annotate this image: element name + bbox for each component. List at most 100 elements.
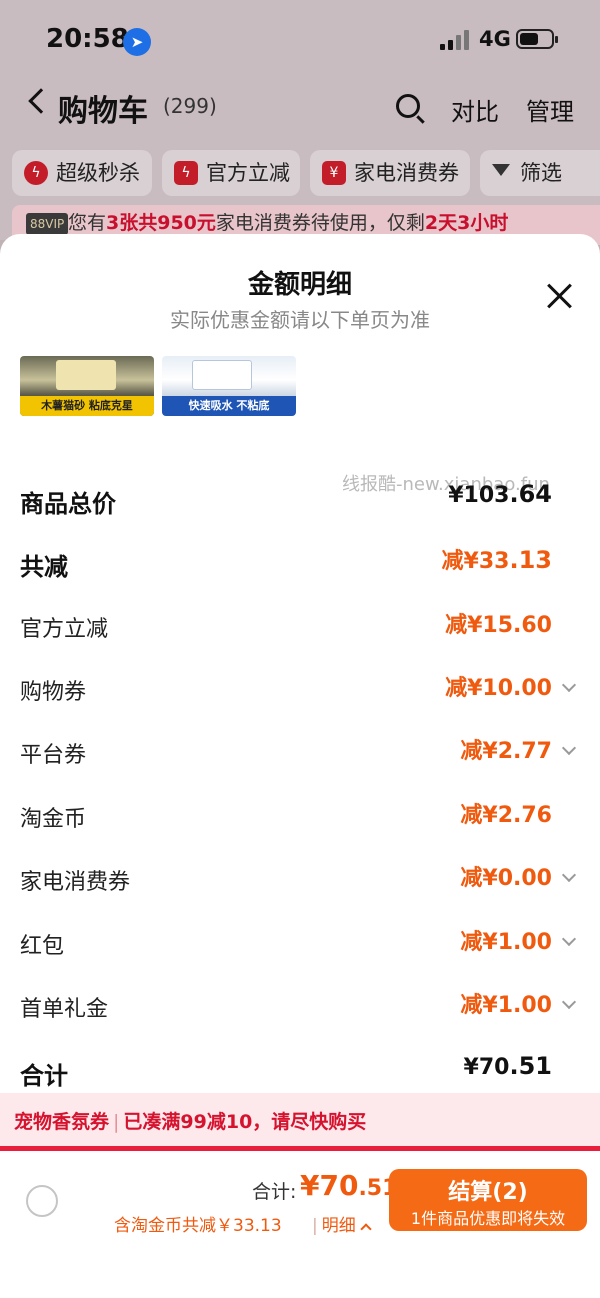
amount-integer: 103 [463,483,510,508]
manage-button[interactable]: 管理 [526,92,574,127]
checkout-sublabel: 1件商品优惠即将失效 [410,1209,566,1228]
lightning-icon: ϟ [24,161,48,185]
chevron-down-icon[interactable] [561,867,577,883]
funnel-icon [492,164,510,176]
grand-total-row: 合计 ¥70.51 [0,1052,600,1092]
promo-coupon-name: 宠物香氛券 [14,1111,110,1133]
location-arrow-icon: ➤ [123,28,151,56]
amount-decimal: .64 [509,480,552,508]
thumbnail-caption: 木薯猫砂 粘底克星 [20,396,154,416]
status-time: 20:58 [46,24,129,54]
vip-text-part: 您有 [68,212,107,234]
filter-chips: ϟ 超级秒杀 ϟ 官方立减 ¥ 家电消费券 筛选 [0,150,600,196]
discount-amount: 减¥2.76 [460,803,552,828]
amount-integer: 70 [478,1055,510,1080]
close-icon[interactable] [546,282,574,310]
discount-row-appliance-coupon[interactable]: 家电消费券 减¥0.00 [0,860,600,900]
chevron-up-icon [360,1223,372,1235]
detail-separator: | [312,1216,318,1236]
filter-chip-flash-sale[interactable]: ϟ 超级秒杀 [12,150,152,196]
sheet-title: 金额明细 [247,270,352,300]
total-reduce-label: 共减 [20,553,68,581]
sum-value: ¥70.51 [300,1169,397,1202]
discount-label: 官方立减 [20,617,109,642]
thumbnail-caption: 快速吸水 不粘底 [162,396,296,416]
filter-chip-label: 筛选 [520,161,562,185]
total-reduce-row: 共减 减¥33.13 [0,543,600,583]
compare-button[interactable]: 对比 [451,92,499,127]
goods-total-row: 商品总价 ¥103.64 [0,480,600,520]
amount-integer: 70 [319,1169,359,1202]
page-title: 购物车 [58,94,148,129]
total-reduce-value: 减¥33.13 [442,543,552,575]
currency-symbol: ¥ [300,1169,320,1202]
cart-page-background: 20:58 ➤ 4G 购物车 (299) 对比 管理 ϟ 超级秒杀 ϟ 官方立减… [0,0,600,245]
grand-total-value: ¥70.51 [464,1052,552,1080]
discount-label: 首单礼金 [20,997,109,1022]
product-thumbnail[interactable]: 快速吸水 不粘底 [162,356,296,416]
status-bar: 20:58 ➤ 4G [0,0,600,80]
sum-label: 合计: [252,1181,297,1203]
discount-row-shopping-coupon[interactable]: 购物券 减¥10.00 [0,670,600,710]
checkout-label: 结算(2) [448,1180,528,1205]
filter-chip-label: 超级秒杀 [56,161,140,185]
filter-chip-label: 官方立减 [206,161,290,185]
discount-amount: 减¥1.00 [460,930,552,955]
product-thumbnail[interactable]: 木薯猫砂 粘底克星 [20,356,154,416]
discount-label: 家电消费券 [20,870,131,895]
amount-decimal: .51 [509,1052,552,1080]
discount-label: 红包 [20,934,65,959]
grand-total-label: 合计 [20,1062,68,1090]
cart-item-count: (299) [163,94,217,118]
vip-text-part: 家电消费券待使用，仅剩 [215,212,425,234]
discount-row-taojinbi: 淘金币 减¥2.76 [0,797,600,837]
discount-row-first-order-gift[interactable]: 首单礼金 减¥1.00 [0,987,600,1027]
discount-label: 淘金币 [20,807,87,832]
promo-message: 已凑满99减10，请尽快购买 [123,1111,367,1133]
reduce-prefix: 减¥ [441,549,479,574]
product-image [192,360,252,390]
discount-amount: 减¥2.77 [460,739,552,764]
battery-icon [516,29,558,49]
product-image [56,360,116,390]
discount-label: 购物券 [20,680,87,705]
discount-row-red-packet[interactable]: 红包 减¥1.00 [0,924,600,964]
filter-chip-appliance-coupon[interactable]: ¥ 家电消费券 [310,150,470,196]
chevron-down-icon[interactable] [561,994,577,1010]
filter-chip-label: 家电消费券 [354,161,459,185]
chevron-down-icon[interactable] [561,931,577,947]
discount-summary-note: 含淘金币共减￥33.13 [114,1216,282,1236]
discount-row-official: 官方立减 减¥15.60 [0,607,600,647]
back-arrow-icon[interactable] [28,88,54,114]
filter-chip-official-discount[interactable]: ϟ 官方立减 [162,150,300,196]
vip-highlight-count: 3张共950元 [106,212,216,234]
chevron-down-icon[interactable] [561,677,577,693]
promo-text: 宠物香氛券 | 已凑满99减10，请尽快购买 [14,1107,366,1134]
detail-toggle[interactable]: | 明细 [312,1211,372,1236]
coupon-icon: ¥ [322,161,346,185]
chevron-down-icon[interactable] [561,740,577,756]
discount-amount: 减¥10.00 [445,676,552,701]
goods-total-label: 商品总价 [20,490,116,518]
goods-total-value: ¥103.64 [448,480,552,508]
sheet-subtitle: 实际优惠金额请以下单页为准 [170,308,430,332]
amount-decimal: .13 [509,546,552,574]
network-type: 4G [479,27,511,51]
checkout-button[interactable]: 结算(2) 1件商品优惠即将失效 [389,1169,587,1231]
discount-amount: 减¥1.00 [460,993,552,1018]
filter-button[interactable]: 筛选 [480,150,600,196]
amount-integer: 33 [478,549,510,574]
discount-amount: 减¥0.00 [460,866,552,891]
promo-banner[interactable]: 宠物香氛券 | 已凑满99减10，请尽快购买 [0,1093,600,1149]
checkout-bar: 合计: ¥70.51 含淘金币共减￥33.13 | 明细 结算(2) 1件商品优惠… [0,1151,600,1298]
detail-label: 明细 [321,1216,356,1236]
cart-header: 购物车 (299) 对比 管理 [0,82,600,138]
search-icon[interactable] [396,94,420,118]
vip-highlight-time: 2天3小时 [424,212,509,234]
discount-row-platform-coupon[interactable]: 平台券 减¥2.77 [0,733,600,773]
select-all-checkbox[interactable] [26,1185,58,1217]
discount-amount: 减¥15.60 [445,613,552,638]
cellular-signal-icon [440,30,470,50]
lightning-icon: ϟ [174,161,198,185]
discount-label: 平台券 [20,743,87,768]
